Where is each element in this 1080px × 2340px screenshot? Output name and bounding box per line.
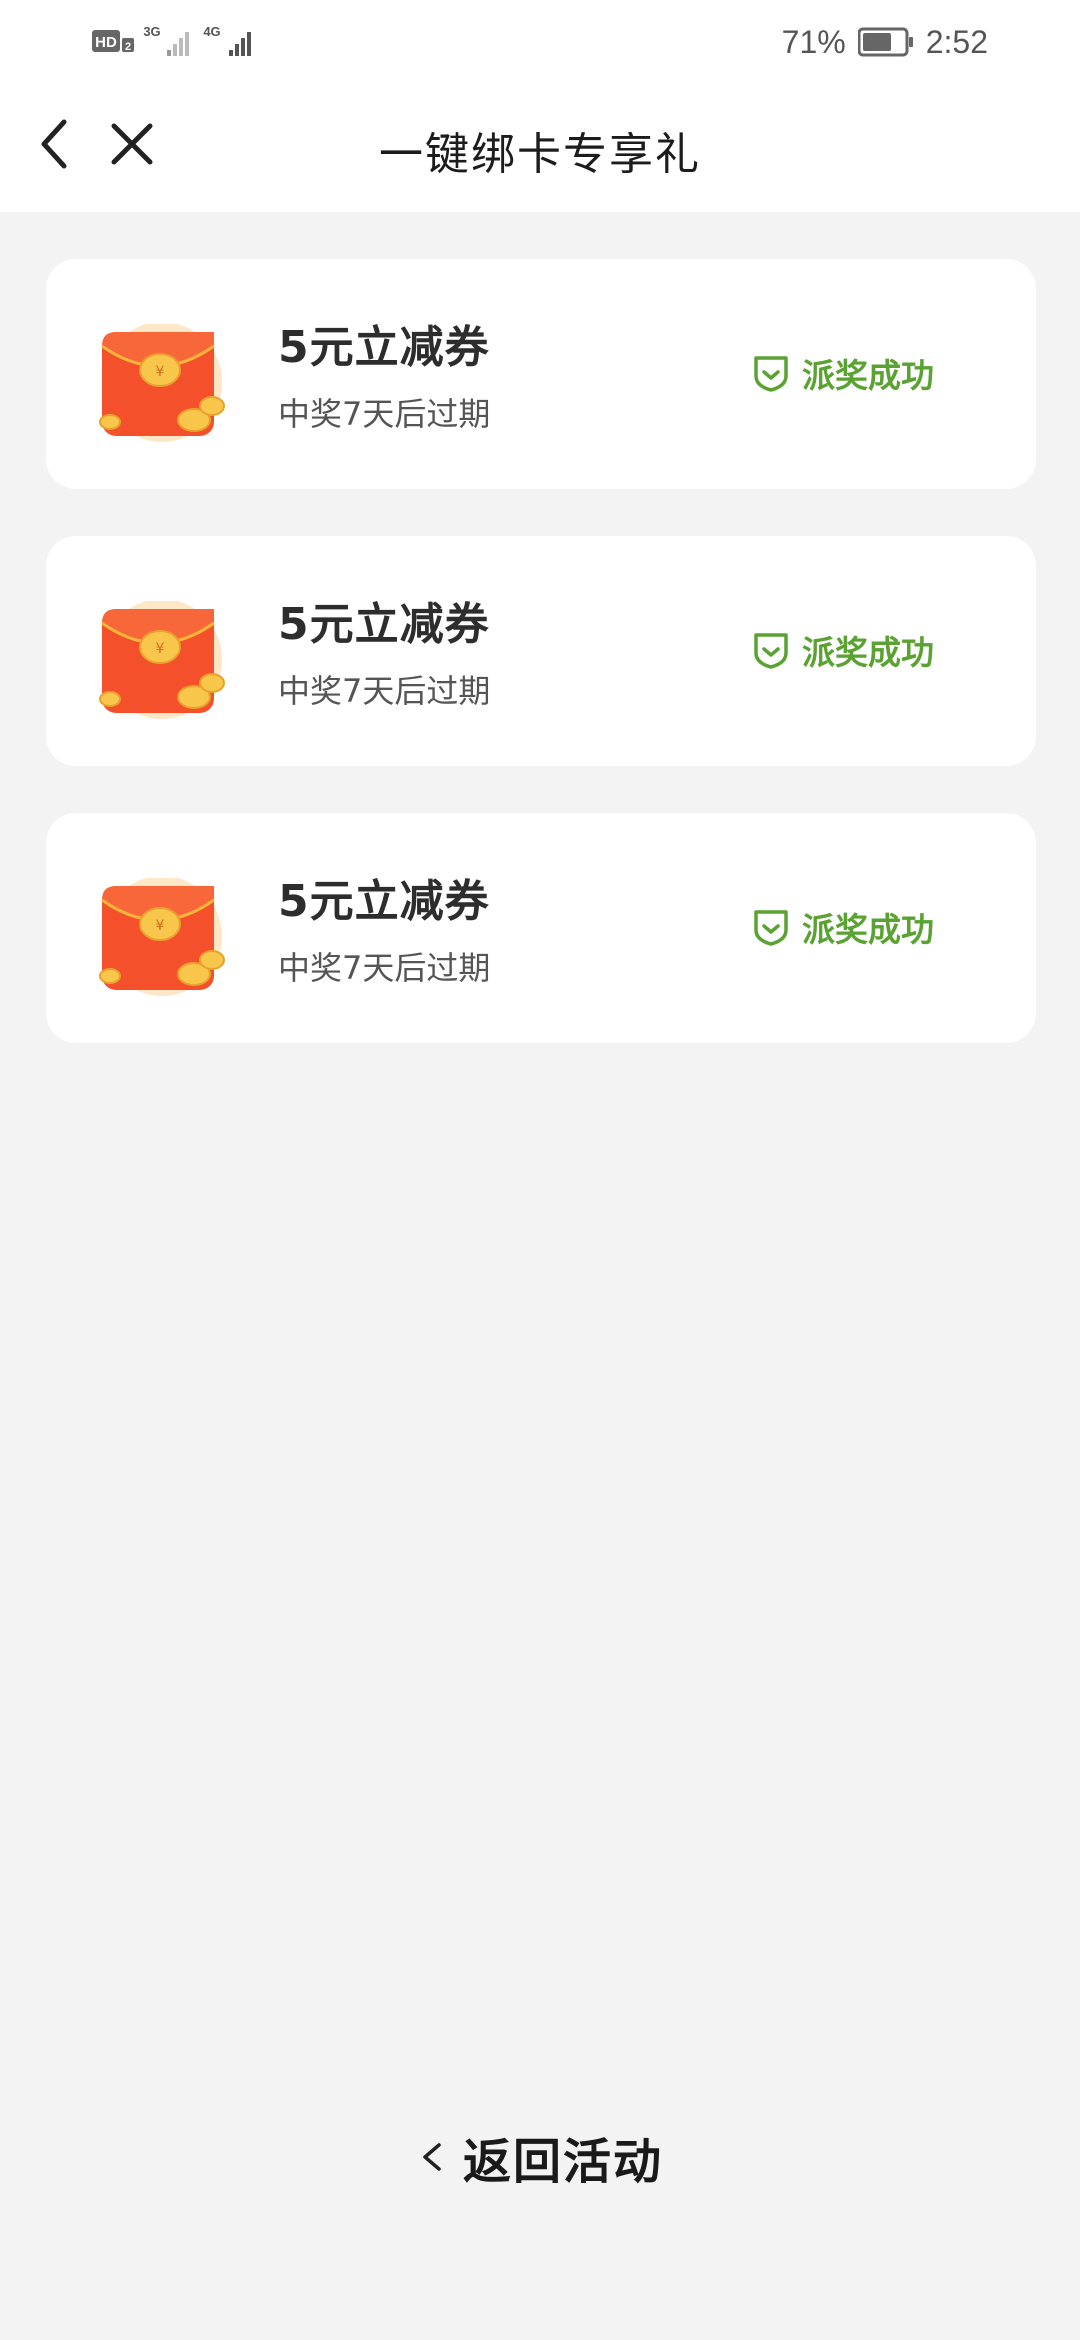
svg-text:2: 2 — [125, 41, 131, 53]
svg-text:3G: 3G — [143, 24, 160, 39]
status-right: 71% 2:52 — [782, 22, 988, 62]
reward-expiry: 中奖7天后过期 — [278, 949, 491, 987]
page-title: 一键绑卡专享礼 — [379, 129, 701, 180]
reward-status: 派奖成功 — [750, 349, 934, 397]
back-to-activity-label: 返回活动 — [462, 2134, 663, 2190]
red-envelope-icon: ¥ — [92, 322, 232, 444]
reward-title: 5元立减券 — [278, 876, 490, 927]
svg-text:¥: ¥ — [156, 918, 165, 934]
svg-text:¥: ¥ — [156, 641, 165, 657]
reward-card[interactable]: ¥ 5元立减券 中奖7天后过期 派奖成功 — [46, 259, 1036, 489]
nav-bar: 一键绑卡专享礼 — [0, 82, 1080, 212]
reward-expiry: 中奖7天后过期 — [278, 672, 491, 710]
reward-title: 5元立减券 — [278, 322, 490, 373]
network-status-icon: HD 2 3G 4G — [92, 24, 251, 56]
shield-check-icon — [754, 356, 788, 392]
battery-icon — [857, 27, 913, 57]
shield-check-icon — [754, 633, 788, 669]
status-left-icons: HD 2 3G 4G — [92, 22, 272, 62]
reward-status: 派奖成功 — [750, 903, 934, 951]
reward-status-label: 派奖成功 — [802, 633, 934, 672]
chevron-left-icon — [423, 2143, 441, 2171]
battery-percent: 71% — [781, 23, 846, 60]
reward-status-label: 派奖成功 — [802, 910, 934, 949]
clock: 2:52 — [925, 23, 988, 60]
status-bar: HD 2 3G 4G 71% 2:52 — [0, 0, 1080, 82]
red-envelope-icon: ¥ — [92, 876, 232, 998]
reward-expiry: 中奖7天后过期 — [278, 395, 491, 433]
reward-status: 派奖成功 — [750, 626, 934, 674]
reward-title: 5元立减券 — [278, 599, 490, 650]
shield-check-icon — [754, 910, 788, 946]
svg-text:¥: ¥ — [156, 364, 165, 380]
reward-card[interactable]: ¥ 5元立减券 中奖7天后过期 派奖成功 — [46, 536, 1036, 766]
reward-status-label: 派奖成功 — [802, 356, 934, 395]
svg-text:4G: 4G — [203, 24, 220, 39]
svg-text:HD: HD — [95, 34, 117, 51]
back-to-activity-button[interactable]: 返回活动 — [0, 2122, 1080, 2192]
reward-card[interactable]: ¥ 5元立减券 中奖7天后过期 派奖成功 — [46, 813, 1036, 1043]
red-envelope-icon: ¥ — [92, 599, 232, 721]
